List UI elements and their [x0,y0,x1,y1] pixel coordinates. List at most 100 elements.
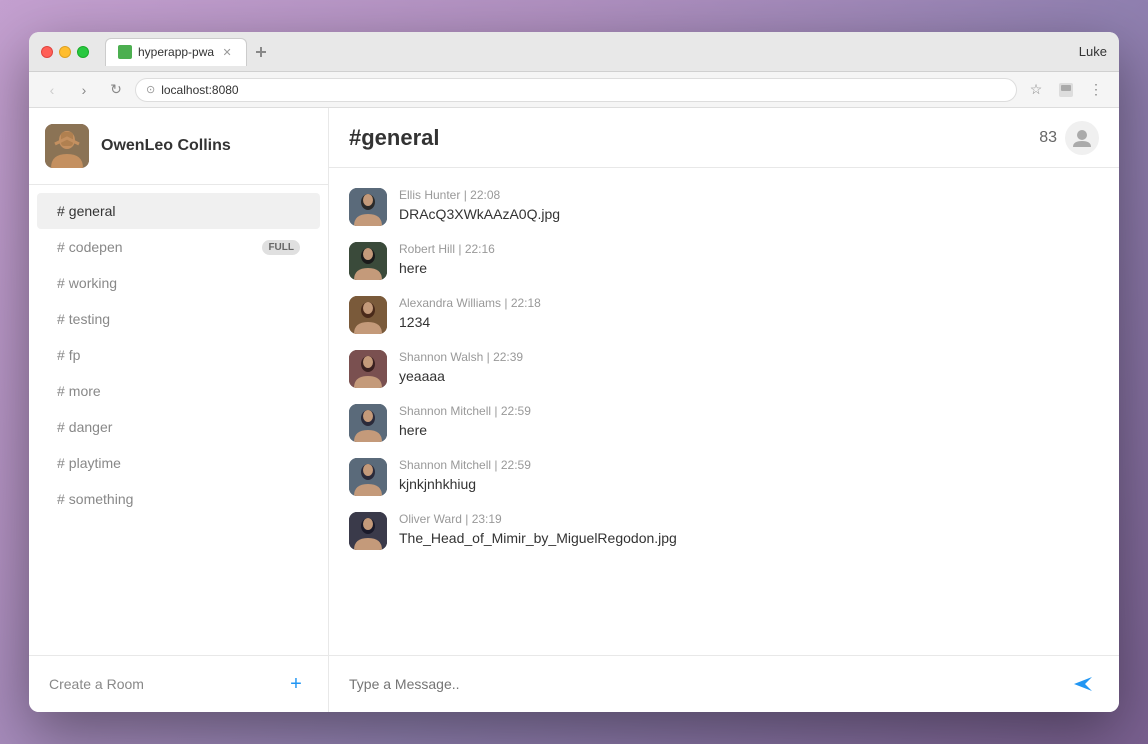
channel-label: testing [69,311,110,327]
nav-actions: ☆ ⋮ [1023,77,1109,103]
message-content: Ellis Hunter | 22:08 DRAcQ3XWkAAzA0Q.jpg [399,188,1099,225]
message-avatar [349,188,387,226]
back-button[interactable]: ‹ [39,77,65,103]
members-icon[interactable] [1065,121,1099,155]
address-text: localhost:8080 [161,83,238,97]
channel-name-text: # playtime [57,455,121,471]
message-text: here [399,259,1099,279]
menu-button[interactable]: ⋮ [1083,77,1109,103]
message-author: Robert Hill [399,242,455,256]
traffic-lights [41,46,89,58]
address-bar[interactable]: ⊙ localhost:8080 [135,78,1017,102]
location-icon: ⊙ [146,83,155,96]
message-input[interactable] [349,676,1057,692]
message-item: Shannon Mitchell | 22:59 here [349,396,1099,450]
browser-tab[interactable]: hyperapp-pwa ✕ [105,38,247,66]
message-item: Robert Hill | 22:16 here [349,234,1099,288]
hash-symbol: # [57,275,65,291]
message-header: Alexandra Williams | 22:18 [399,296,1099,310]
message-header: Shannon Mitchell | 22:59 [399,458,1099,472]
sidebar-username: OwenLeo Collins [101,137,231,155]
message-author: Shannon Walsh [399,350,483,364]
chat-input-area [329,655,1119,712]
create-room-button[interactable]: + [284,672,308,696]
message-time: 23:19 [472,512,502,526]
sidebar-item-danger[interactable]: # danger [37,409,320,445]
channel-label: codepen [69,239,123,255]
avatar [45,124,89,168]
chat-header: #general 83 [329,108,1119,168]
message-header: Shannon Mitchell | 22:59 [399,404,1099,418]
message-avatar [349,296,387,334]
app-content: OwenLeo Collins # general # codepen FULL… [29,108,1119,712]
message-item: Alexandra Williams | 22:18 1234 [349,288,1099,342]
hash-symbol: # [57,347,65,363]
sidebar-item-fp[interactable]: # fp [37,337,320,373]
message-avatar [349,350,387,388]
browser-window: hyperapp-pwa ✕ Luke ‹ › ↻ ⊙ localhost:80… [29,32,1119,712]
channel-name-text: # more [57,383,101,399]
sidebar-item-playtime[interactable]: # playtime [37,445,320,481]
message-text: 1234 [399,313,1099,333]
channel-title: #general [349,125,440,151]
channel-label: general [69,203,116,219]
message-time: 22:39 [493,350,523,364]
tab-close-button[interactable]: ✕ [220,45,234,59]
message-content: Alexandra Williams | 22:18 1234 [399,296,1099,333]
tab-area: hyperapp-pwa ✕ [105,38,1071,66]
hash-symbol: # [57,455,65,471]
close-button[interactable] [41,46,53,58]
sidebar-item-general[interactable]: # general [37,193,320,229]
minimize-button[interactable] [59,46,71,58]
maximize-button[interactable] [77,46,89,58]
message-time: 22:08 [470,188,500,202]
new-tab-button[interactable] [247,38,275,66]
channel-label: more [69,383,101,399]
forward-button[interactable]: › [71,77,97,103]
channel-name-text: # fp [57,347,80,363]
messages-area: Ellis Hunter | 22:08 DRAcQ3XWkAAzA0Q.jpg… [329,168,1119,655]
channel-label: working [69,275,117,291]
channel-badge: FULL [262,240,300,255]
message-avatar [349,512,387,550]
message-time: 22:16 [465,242,495,256]
message-header: Ellis Hunter | 22:08 [399,188,1099,202]
message-avatar [349,242,387,280]
message-time: 22:59 [501,458,531,472]
message-author: Oliver Ward [399,512,462,526]
message-author: Shannon Mitchell [399,458,491,472]
bookmark-button[interactable]: ☆ [1023,77,1049,103]
sidebar-item-testing[interactable]: # testing [37,301,320,337]
message-avatar [349,404,387,442]
message-content: Robert Hill | 22:16 here [399,242,1099,279]
message-item: Shannon Mitchell | 22:59 kjnkjnhkhiug [349,450,1099,504]
sidebar-item-something[interactable]: # something [37,481,320,517]
message-text: DRAcQ3XWkAAzA0Q.jpg [399,205,1099,225]
message-author: Ellis Hunter [399,188,460,202]
account-button[interactable] [1053,77,1079,103]
chat-area: #general 83 [329,108,1119,712]
message-content: Oliver Ward | 23:19 The_Head_of_Mimir_by… [399,512,1099,549]
sidebar-item-more[interactable]: # more [37,373,320,409]
sidebar-item-codepen[interactable]: # codepen FULL [37,229,320,265]
tab-title: hyperapp-pwa [138,45,214,59]
sidebar-header: OwenLeo Collins [29,108,328,185]
channel-name-text: # general [57,203,116,219]
channel-list: # general # codepen FULL # working # tes… [29,185,328,655]
message-item: Oliver Ward | 23:19 The_Head_of_Mimir_by… [349,504,1099,558]
hash-symbol: # [57,383,65,399]
send-button[interactable] [1067,668,1099,700]
message-author: Alexandra Williams [399,296,501,310]
hash-symbol: # [57,239,65,255]
message-author: Shannon Mitchell [399,404,491,418]
title-bar: hyperapp-pwa ✕ Luke [29,32,1119,72]
sidebar-item-working[interactable]: # working [37,265,320,301]
chat-members: 83 [1039,121,1099,155]
hash-symbol: # [57,419,65,435]
hash-symbol: # [57,491,65,507]
message-avatar [349,458,387,496]
reload-button[interactable]: ↻ [103,77,129,103]
message-text: The_Head_of_Mimir_by_MiguelRegodon.jpg [399,529,1099,549]
message-time: 22:18 [511,296,541,310]
browser-user-name: Luke [1079,44,1107,59]
